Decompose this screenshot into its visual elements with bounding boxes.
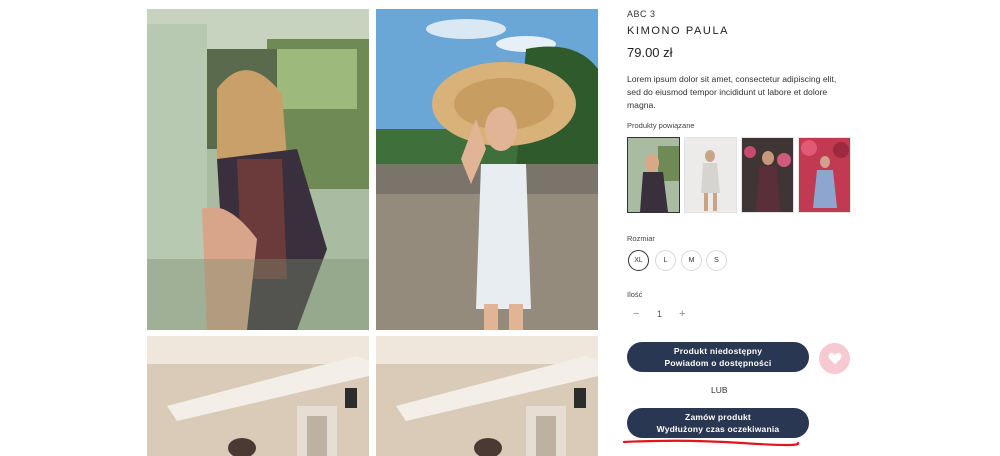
product-photo-4[interactable] [376,336,598,456]
or-separator: LUB [711,385,728,395]
size-option-xl[interactable]: XL [628,250,649,271]
notify-availability-button[interactable]: Produkt niedostępny Powiadom o dostępnoś… [627,342,809,372]
notify-button-line2: Powiadom o dostępności [664,358,772,368]
size-label: Rozmiar [627,234,655,243]
product-brand: ABC 3 [627,9,656,19]
order-button-line1: Zamów produkt [685,412,751,422]
order-product-button[interactable]: Zamów produkt Wydłużony czas oczekiwania [627,408,809,438]
quantity-value[interactable]: 1 [657,309,662,319]
quantity-label: Ilość [627,290,643,299]
related-products-label: Produkty powiązane [627,121,695,130]
related-product-thumb-2[interactable] [684,137,737,213]
product-price: 79.00 zł [627,45,673,60]
related-product-thumb-3[interactable] [741,137,794,213]
heart-icon [828,352,841,365]
related-product-thumb-1[interactable] [627,137,680,213]
notify-button-line1: Produkt niedostępny [673,346,763,356]
product-photo-2[interactable] [376,9,598,330]
size-option-m[interactable]: M [681,250,702,271]
product-photo-3[interactable] [147,336,369,456]
product-photo-1[interactable] [147,9,369,330]
size-option-s[interactable]: S [706,250,727,271]
order-button-line2: Wydłużony czas oczekiwania [656,424,780,434]
annotation-underline [622,439,800,447]
size-option-l[interactable]: L [655,250,676,271]
add-to-favorites-button[interactable] [819,343,850,374]
minus-icon[interactable]: − [633,308,639,320]
product-title: KIMONO PAULA [627,25,730,37]
related-product-thumb-4[interactable] [798,137,851,213]
plus-icon[interactable]: + [679,308,685,320]
product-description: Lorem ipsum dolor sit amet, consectetur … [627,74,837,110]
